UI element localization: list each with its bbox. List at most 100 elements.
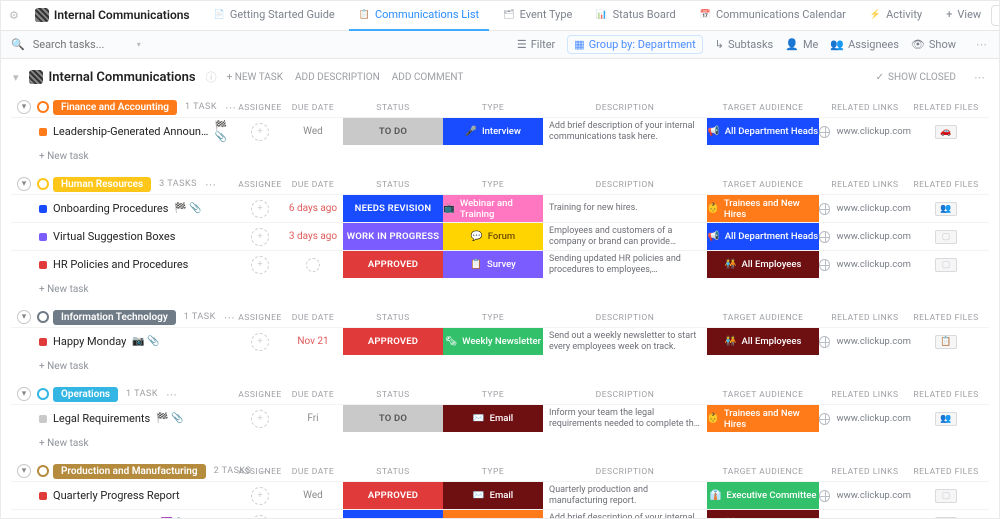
assignees-button[interactable]: 👥Assignees [830, 38, 899, 51]
assignee-add-icon[interactable]: + [251, 228, 269, 246]
assignee-cell[interactable]: + [237, 223, 283, 250]
type-cell[interactable]: 📺Webinar and Training [443, 195, 543, 222]
assignee-cell[interactable]: + [237, 328, 283, 355]
type-cell[interactable]: 🎤Interview [443, 118, 543, 145]
type-cell[interactable]: ✍️Blog [443, 510, 543, 518]
info-icon[interactable]: ⓘ [206, 69, 217, 85]
type-cell[interactable]: ✉️Email [443, 405, 543, 432]
group-by-button[interactable]: ▦Group by: Department [567, 35, 702, 54]
group-more-menu[interactable]: ⋯ [224, 311, 237, 324]
link-cell[interactable]: www.clickup.com [819, 328, 911, 355]
link-cell[interactable]: www.clickup.com [819, 223, 911, 250]
due-date-cell[interactable]: 3 days ago [283, 223, 343, 250]
assignee-cell[interactable]: + [237, 482, 283, 509]
collapse-group-icon[interactable]: ▾ [17, 387, 31, 401]
due-date-cell[interactable] [283, 251, 343, 278]
task-row[interactable]: Happy Monday 📷 📎 + Nov 21 APPROVED 🗞Week… [11, 327, 989, 355]
status-cell[interactable]: TO DO [343, 118, 443, 145]
task-name-cell[interactable]: Onboarding Procedures 🏁 📎 [11, 195, 237, 222]
due-date-cell[interactable]: Fri [283, 405, 343, 432]
space-title[interactable]: Internal Communications [25, 1, 200, 31]
file-cell[interactable]: 👥 [911, 195, 981, 222]
collapse-group-icon[interactable]: ▾ [17, 310, 31, 324]
assignee-add-icon[interactable]: + [251, 515, 269, 519]
status-cell[interactable]: APPROVED [343, 251, 443, 278]
search-input[interactable] [31, 37, 131, 52]
group-more-menu[interactable]: ⋯ [225, 101, 238, 114]
add-description-button[interactable]: ADD DESCRIPTION [295, 72, 380, 83]
group-label[interactable]: Information Technology [53, 310, 176, 325]
description-cell[interactable]: Training for new hires. [543, 195, 707, 222]
link-cell[interactable]: www.clickup.com [819, 482, 911, 509]
assignee-add-icon[interactable]: + [251, 487, 269, 505]
type-cell[interactable]: 🗞Weekly Newsletter [443, 328, 543, 355]
collapse-group-icon[interactable]: ▾ [17, 464, 31, 478]
status-cell[interactable]: TO DO [343, 405, 443, 432]
assignee-cell[interactable]: + [237, 510, 283, 518]
task-row[interactable]: HR Policies and Procedures + APPROVED 📋S… [11, 250, 989, 278]
type-cell[interactable]: 📋Survey [443, 251, 543, 278]
assignee-add-icon[interactable]: + [251, 410, 269, 428]
group-more-menu[interactable]: ⋯ [259, 465, 272, 478]
new-task-inline[interactable]: + New task [11, 355, 989, 374]
status-cell[interactable]: NEEDS REVISION [343, 510, 443, 518]
assignee-add-icon[interactable]: + [251, 333, 269, 351]
list-more-menu[interactable]: ⋯ [974, 71, 987, 84]
assignee-cell[interactable]: + [237, 118, 283, 145]
audience-cell[interactable]: 🧑‍🤝‍🧑All Employees [707, 328, 819, 355]
tab-communications-list[interactable]: 📋Communications List [349, 1, 489, 31]
task-name-cell[interactable]: Legal Requirements 🏁 📎 [11, 405, 237, 432]
status-cell[interactable]: NEEDS REVISION [343, 195, 443, 222]
audience-cell[interactable]: 👶Trainees and New Hires [707, 195, 819, 222]
type-cell[interactable]: ✉️Email [443, 482, 543, 509]
task-name-cell[interactable]: Leadership-Generated Announcements 🏁 📎 [11, 118, 237, 145]
file-cell[interactable]: ▢ [911, 223, 981, 250]
new-task-inline[interactable]: + New task [11, 432, 989, 451]
due-date-cell[interactable]: Nov 21 [283, 328, 343, 355]
file-cell[interactable]: 👥 [911, 405, 981, 432]
assignee-add-icon[interactable]: + [251, 200, 269, 218]
file-cell[interactable]: ▢ [911, 482, 981, 509]
task-row[interactable]: Leadership-Generated Announcements 🏁 📎 +… [11, 117, 989, 145]
task-name-cell[interactable]: Thank God it's Friday 🟪 📎 [11, 510, 237, 518]
collapse-group-icon[interactable]: ▾ [17, 100, 31, 114]
filter-button[interactable]: ☰Filter [517, 38, 555, 51]
add-comment-button[interactable]: ADD COMMENT [392, 72, 464, 83]
assignee-cell[interactable]: + [237, 405, 283, 432]
task-row[interactable]: Onboarding Procedures 🏁 📎 + 6 days ago N… [11, 194, 989, 222]
collapse-all-icon[interactable]: ▾ [13, 71, 19, 84]
task-name-cell[interactable]: HR Policies and Procedures [11, 251, 237, 278]
assignee-add-icon[interactable]: + [251, 256, 269, 274]
new-task-inline[interactable]: + New task [11, 145, 989, 164]
group-more-menu[interactable]: ⋯ [205, 178, 218, 191]
task-name-cell[interactable]: Virtual Suggestion Boxes [11, 223, 237, 250]
list-title[interactable]: Internal Communications [29, 70, 196, 85]
file-cell[interactable]: 🟪 [911, 510, 981, 518]
group-label[interactable]: Production and Manufacturing [53, 464, 206, 479]
tab-event-type[interactable]: 🗂Event Type [493, 1, 582, 31]
audience-cell[interactable]: 🧑‍🤝‍🧑All Employees [707, 251, 819, 278]
task-name-cell[interactable]: Happy Monday 📷 📎 [11, 328, 237, 355]
audience-cell[interactable]: 📢All Department Heads [707, 223, 819, 250]
task-name-cell[interactable]: Quarterly Progress Report [11, 482, 237, 509]
add-view-button[interactable]: + View [936, 1, 991, 31]
audience-cell[interactable]: 👶Trainees and New Hires [707, 405, 819, 432]
show-button[interactable]: 👁Show [911, 38, 956, 51]
link-cell[interactable]: www.clickup.com [819, 405, 911, 432]
new-task-button[interactable]: + NEW TASK [227, 72, 283, 83]
file-cell[interactable]: 📋 [911, 328, 981, 355]
status-cell[interactable]: APPROVED [343, 482, 443, 509]
assignee-cell[interactable]: + [237, 195, 283, 222]
description-cell[interactable]: Add brief description of your internal c… [543, 510, 707, 518]
audience-cell[interactable]: 📢All Department Heads [707, 118, 819, 145]
more-menu[interactable]: ⋯ [976, 38, 989, 51]
audience-cell[interactable]: 🧑‍🤝‍🧑All Employees [707, 510, 819, 518]
subtasks-button[interactable]: ↳Subtasks [715, 38, 774, 51]
due-date-cell[interactable]: 3 days ago [283, 510, 343, 518]
group-label[interactable]: Operations [53, 387, 118, 402]
search-field[interactable]: 🔍 ▾ [11, 37, 141, 52]
description-cell[interactable]: Quarterly production and manufacturing r… [543, 482, 707, 509]
tab-status-board[interactable]: 📊Status Board [586, 1, 685, 31]
group-label[interactable]: Finance and Accounting [53, 100, 177, 115]
description-cell[interactable]: Add brief description of your internal c… [543, 118, 707, 145]
